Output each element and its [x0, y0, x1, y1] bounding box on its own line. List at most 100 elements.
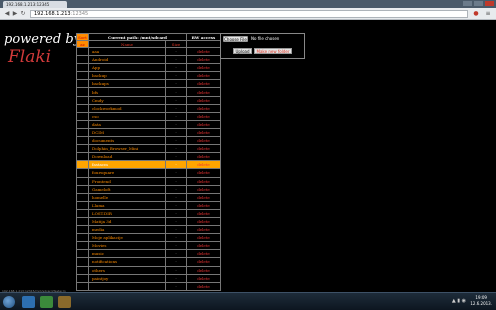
file-name-link[interactable]: backup	[88, 71, 166, 81]
file-name-link[interactable]: DCIM	[88, 127, 166, 138]
file-name-link[interactable]: documents	[88, 136, 166, 146]
file-size: -	[165, 46, 187, 57]
delete-link[interactable]: delete	[186, 208, 221, 218]
delete-link[interactable]: delete	[186, 249, 221, 259]
start-button-icon[interactable]	[3, 296, 15, 308]
file-name-link[interactable]: others	[88, 265, 166, 275]
file-row: cso - delete	[76, 111, 221, 121]
file-name-link[interactable]: bfs	[88, 87, 166, 97]
file-name-link[interactable]: homelle	[88, 192, 166, 202]
explorer-icon[interactable]	[22, 296, 35, 308]
file-name-link[interactable]: cso	[88, 111, 166, 121]
file-name-link[interactable]: Gameloft	[88, 184, 166, 194]
delete-link[interactable]: delete	[186, 71, 221, 81]
file-name-link[interactable]: Frontend	[88, 176, 166, 186]
delete-link[interactable]: delete	[186, 233, 221, 243]
file-name-link[interactable]: Movies	[88, 241, 166, 251]
delete-link[interactable]: delete	[186, 55, 221, 65]
delete-link[interactable]: delete	[186, 281, 221, 291]
file-name-link[interactable]: aaa	[88, 46, 166, 57]
delete-link[interactable]: delete	[186, 144, 221, 154]
file-size: -	[165, 160, 187, 170]
file-row: Dolphin_Browser_Mini - delete	[76, 144, 221, 154]
name-header[interactable]: Name	[88, 40, 166, 48]
delete-link[interactable]: delete	[186, 200, 221, 210]
upload-button[interactable]: Upload	[233, 48, 252, 54]
row-sort-cell	[76, 103, 89, 113]
folder-icon[interactable]	[58, 296, 71, 308]
sort-direction[interactable]: az	[76, 40, 89, 48]
file-row: media - delete	[76, 225, 221, 235]
file-name-link[interactable]: Dolphin_Browser_Mini	[88, 144, 166, 154]
delete-link[interactable]: delete	[186, 225, 221, 235]
file-size: -	[165, 249, 187, 259]
delete-link[interactable]: delete	[186, 176, 221, 186]
delete-link[interactable]: delete	[186, 273, 221, 283]
row-sort-cell	[76, 257, 89, 267]
reload-icon[interactable]: ↻	[19, 10, 27, 18]
delete-link[interactable]: delete	[186, 136, 221, 146]
address-bar[interactable]: 192.168.1.213:12345	[30, 10, 468, 18]
file-name-link[interactable]: App	[88, 63, 166, 73]
delete-link[interactable]: delete	[186, 216, 221, 227]
sort-header[interactable]: Sort	[76, 33, 89, 41]
close-button[interactable]	[485, 1, 494, 6]
delete-link[interactable]: delete	[186, 265, 221, 275]
forward-arrow-icon[interactable]: ▶	[11, 10, 19, 18]
chrome-icon[interactable]	[40, 296, 53, 308]
delete-link[interactable]: delete	[186, 127, 221, 138]
file-size: -	[165, 273, 187, 283]
file-name-link[interactable]: paintjoy	[88, 273, 166, 283]
delete-link[interactable]: delete	[186, 257, 221, 267]
file-name-link[interactable]: Llama	[88, 200, 166, 210]
file-size: -	[165, 136, 187, 146]
make-folder-button[interactable]: Make new folder	[254, 48, 292, 54]
file-row: Cmdy - delete	[76, 95, 221, 105]
file-name-link[interactable]: LOST.DIR	[88, 208, 166, 218]
file-name-link[interactable]: backups	[88, 79, 166, 89]
size-header[interactable]: Size	[165, 40, 187, 48]
file-name-link[interactable]: Cmdy	[88, 95, 166, 105]
file-name-link[interactable]: Matija 3d	[88, 216, 166, 227]
delete-link[interactable]: delete	[186, 192, 221, 202]
browser-tab[interactable]: 192.168.1.213:12345	[3, 1, 67, 8]
row-sort-cell	[76, 249, 89, 259]
delete-link[interactable]: delete	[186, 168, 221, 178]
delete-link[interactable]: delete	[186, 103, 221, 113]
choose-file-button[interactable]: Choose File	[223, 36, 248, 42]
back-arrow-icon[interactable]: ◀	[3, 10, 11, 18]
delete-link[interactable]: delete	[186, 160, 221, 170]
extension-icon[interactable]: ●	[472, 10, 480, 18]
file-name-link[interactable]: music	[88, 249, 166, 259]
delete-link[interactable]: delete	[186, 46, 221, 57]
settings-wrench-icon[interactable]: ≡	[484, 10, 492, 18]
delete-link[interactable]: delete	[186, 111, 221, 121]
delete-link[interactable]: delete	[186, 119, 221, 129]
file-row: fastacm - delete	[76, 160, 221, 170]
file-name-link[interactable]	[88, 281, 166, 291]
file-name-link[interactable]: fastacm	[88, 160, 166, 170]
file-name-link[interactable]: Android	[88, 55, 166, 65]
delete-link[interactable]: delete	[186, 63, 221, 73]
tray-icons[interactable]: ▲ ▮ ◉	[452, 298, 466, 304]
file-table: Sort Current path: /mnt/sdcard RW access…	[76, 33, 221, 291]
file-name-link[interactable]: notifications	[88, 257, 166, 267]
file-name-link[interactable]: data	[88, 119, 166, 129]
maximize-button[interactable]	[474, 1, 483, 6]
file-name-link[interactable]: foursquare	[88, 168, 166, 178]
delete-link[interactable]: delete	[186, 79, 221, 89]
clock[interactable]: 19:09 12.6.2013.	[470, 295, 492, 307]
file-size: -	[165, 192, 187, 202]
delete-link[interactable]: delete	[186, 95, 221, 105]
delete-link[interactable]: delete	[186, 241, 221, 251]
delete-link[interactable]: delete	[186, 184, 221, 194]
delete-link[interactable]: delete	[186, 87, 221, 97]
file-name-link[interactable]: media	[88, 225, 166, 235]
delete-link[interactable]: delete	[186, 152, 221, 162]
file-size: -	[165, 184, 187, 194]
file-name-link[interactable]: Download	[88, 152, 166, 162]
file-name-link[interactable]: clockworkmod	[88, 103, 166, 113]
minimize-button[interactable]	[463, 1, 472, 6]
file-name-link[interactable]: Moje aplikacije	[88, 233, 166, 243]
powered-by-text: powered by	[4, 32, 81, 47]
